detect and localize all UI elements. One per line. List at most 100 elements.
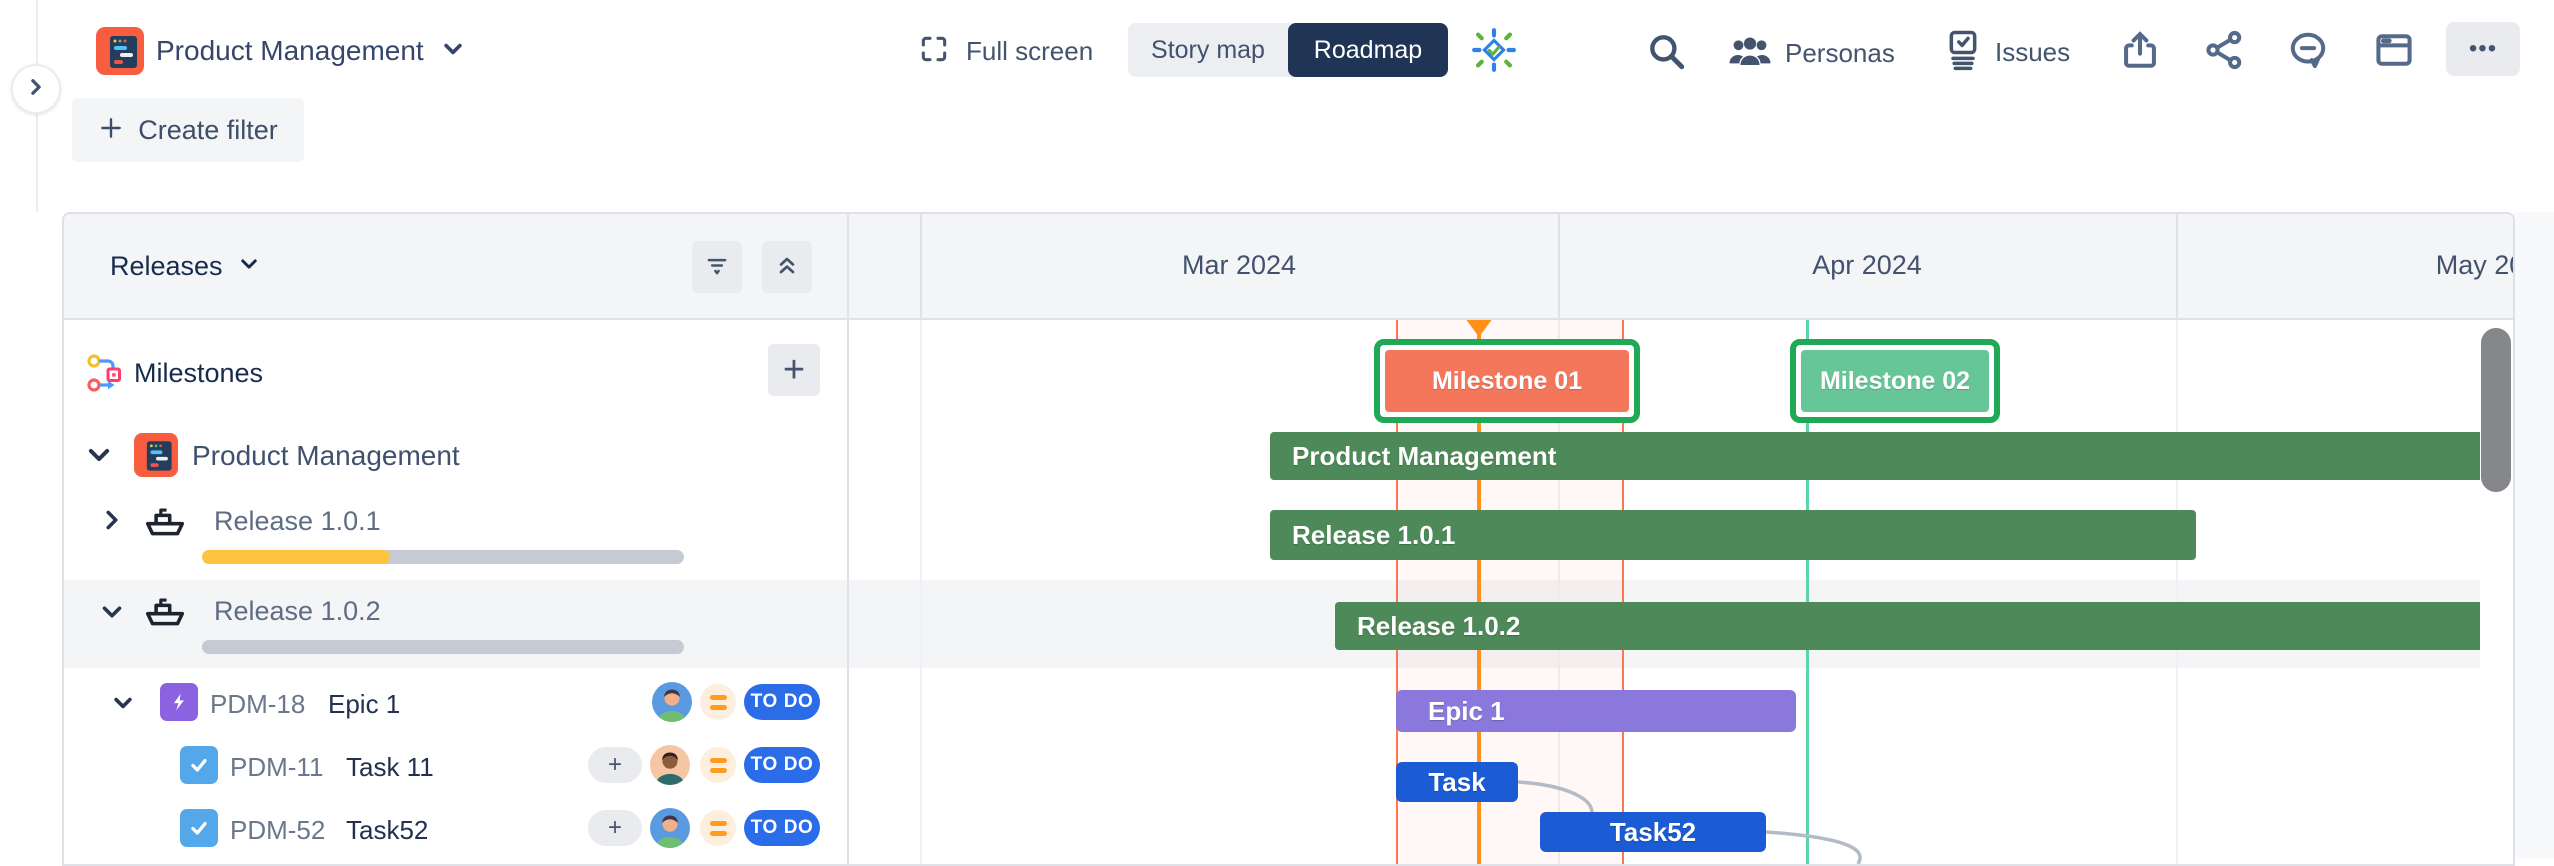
export-button[interactable] — [2118, 28, 2162, 77]
add-subtask-button[interactable]: + — [588, 747, 642, 783]
priority-medium-icon — [700, 810, 736, 846]
fullscreen-label: Full screen — [966, 36, 1093, 67]
priority-medium-icon — [700, 684, 736, 720]
plus-icon — [98, 115, 124, 146]
issues-label: Issues — [1995, 37, 2070, 68]
bar-release-101[interactable]: Release 1.0.1 — [1270, 510, 2196, 560]
timeline-header — [849, 214, 2513, 318]
personas-label: Personas — [1785, 38, 1895, 69]
header-divider-2 — [1558, 214, 1560, 318]
project-row-label[interactable]: Product Management — [192, 440, 460, 472]
issue-summary[interactable]: Task52 — [346, 815, 428, 846]
collapse-epic-chevron[interactable] — [112, 692, 134, 719]
month-label-mar: Mar 2024 — [1182, 250, 1296, 281]
bar-release-102[interactable]: Release 1.0.2 — [1335, 602, 2502, 650]
status-badge[interactable]: TO DO — [744, 810, 820, 846]
bar-product-management[interactable]: Product Management — [1270, 432, 2502, 480]
assignee-avatar[interactable] — [650, 808, 690, 853]
page-background-right — [2513, 212, 2554, 859]
bar-task[interactable]: Task — [1396, 762, 1518, 802]
status-badge[interactable]: TO DO — [744, 747, 820, 783]
ship-icon — [142, 496, 188, 547]
more-button[interactable]: ••• — [2446, 22, 2520, 76]
add-milestone-button[interactable]: + — [768, 344, 820, 396]
share-button[interactable] — [2202, 28, 2246, 77]
issues-icon — [1943, 28, 1983, 77]
panel-layout-icon — [2372, 59, 2416, 76]
header-bottom-border — [64, 318, 2513, 320]
project-avatar — [96, 27, 144, 80]
status-label: TO DO — [751, 817, 814, 839]
status-badge[interactable]: TO DO — [744, 684, 820, 720]
release1-progress-fill — [202, 550, 390, 564]
collapse-release2-chevron[interactable] — [100, 600, 124, 629]
issue-summary[interactable]: Task 11 — [346, 752, 434, 783]
search-button[interactable] — [1645, 30, 1687, 77]
plus-icon: + — [608, 814, 622, 842]
assignee-avatar[interactable] — [652, 682, 692, 727]
status-label: TO DO — [751, 754, 814, 776]
release2-name[interactable]: Release 1.0.2 — [214, 596, 381, 627]
create-filter-label: Create filter — [138, 115, 278, 146]
panel-layout-button[interactable] — [2372, 28, 2416, 77]
epic-type-icon — [160, 683, 198, 721]
milestones-icon — [86, 351, 126, 400]
priority-medium-icon — [700, 747, 736, 783]
bar-label: Epic 1 — [1428, 696, 1505, 727]
bar-label: Product Management — [1292, 441, 1556, 472]
roadmap-tab[interactable]: Roadmap — [1288, 23, 1448, 77]
bar-label: Task — [1428, 767, 1485, 798]
expand-sidebar-button[interactable] — [11, 64, 61, 114]
create-filter-button[interactable]: Create filter — [72, 98, 304, 162]
pane-divider[interactable] — [847, 214, 849, 864]
bar-epic-1[interactable]: Epic 1 — [1396, 690, 1796, 732]
issue-key[interactable]: PDM-52 — [230, 815, 325, 846]
header-divider-3 — [2176, 214, 2178, 318]
task-type-icon — [180, 809, 218, 847]
scrollbar-thumb[interactable] — [2481, 328, 2511, 492]
storymap-label: Story map — [1151, 36, 1265, 65]
release1-name[interactable]: Release 1.0.1 — [214, 506, 381, 537]
issue-summary[interactable]: Epic 1 — [328, 689, 400, 720]
bar-label: Release 1.0.2 — [1357, 611, 1520, 642]
comment-button[interactable] — [2286, 28, 2330, 77]
plus-icon: + — [783, 351, 805, 389]
assignee-avatar[interactable] — [650, 745, 690, 790]
project-avatar-small — [134, 433, 178, 482]
personas-button[interactable]: Personas — [1727, 30, 1895, 77]
milestone-01-chip[interactable]: Milestone 01 — [1374, 339, 1640, 423]
release1-progress — [202, 550, 684, 564]
fullscreen-icon — [918, 33, 950, 70]
storymap-tab[interactable]: Story map — [1128, 23, 1288, 77]
status-label: TO DO — [751, 691, 814, 713]
issues-button[interactable]: Issues — [1943, 28, 2070, 77]
filter-rows-button[interactable] — [692, 241, 742, 293]
task-type-icon — [180, 746, 218, 784]
plus-icon: + — [608, 751, 622, 779]
milestones-label[interactable]: Milestones — [134, 358, 263, 389]
release2-progress — [202, 640, 684, 654]
add-subtask-button[interactable]: + — [588, 810, 642, 846]
collapse-all-button[interactable] — [762, 241, 812, 293]
issue-key[interactable]: PDM-18 — [210, 689, 305, 720]
share-icon — [2202, 59, 2246, 76]
view-toggle: Story map Roadmap — [1128, 23, 1448, 77]
header-divider-1 — [920, 214, 922, 318]
bar-label: Release 1.0.1 — [1292, 520, 1455, 551]
collapse-project-chevron[interactable] — [86, 442, 112, 473]
roadmap-label: Roadmap — [1314, 36, 1422, 65]
sparkle-brand-icon — [1470, 26, 1518, 79]
page-title[interactable]: Product Management — [156, 35, 424, 67]
roadmap-panel: Product Management Release 1.0.1 Release… — [62, 212, 2515, 866]
milestone-02-chip[interactable]: Milestone 02 — [1790, 339, 2000, 423]
view-selector[interactable]: Releases — [110, 246, 259, 286]
bar-task52[interactable]: Task52 — [1540, 812, 1766, 852]
filter-icon — [704, 252, 730, 283]
expand-release1-chevron[interactable] — [100, 508, 124, 537]
chevron-down-icon[interactable] — [442, 38, 464, 65]
issue-key[interactable]: PDM-11 — [230, 752, 323, 783]
month-label-apr: Apr 2024 — [1812, 250, 1922, 281]
more-icon: ••• — [2469, 35, 2497, 63]
bar-label: Task52 — [1610, 817, 1696, 848]
fullscreen-button[interactable]: Full screen — [918, 33, 1093, 70]
